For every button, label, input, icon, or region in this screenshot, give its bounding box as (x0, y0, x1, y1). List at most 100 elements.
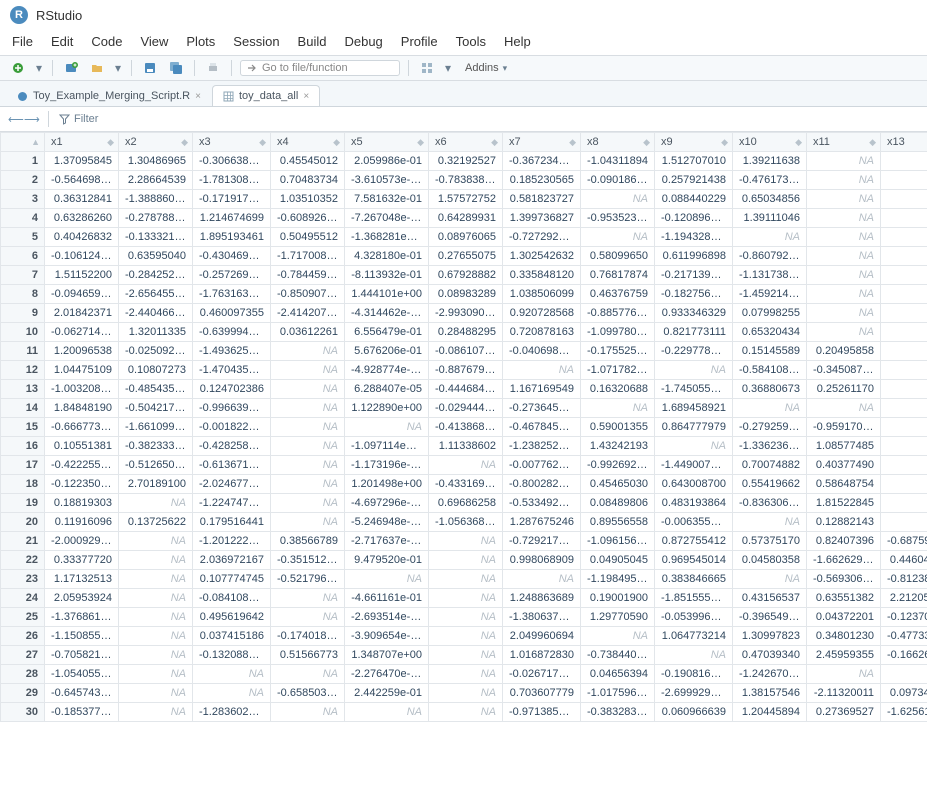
cell[interactable]: NA (733, 399, 807, 418)
cell[interactable]: -0.430469132 (193, 247, 271, 266)
cell[interactable]: NA (881, 437, 927, 456)
cell[interactable]: 0.864777979 (655, 418, 733, 437)
cell[interactable]: NA (807, 665, 881, 684)
table-row[interactable]: 92.01842371-2.440466930.460097355-2.4142… (1, 304, 927, 323)
col-header-x1[interactable]: x1◆ (45, 133, 119, 152)
cell[interactable]: 0.20495858 (807, 342, 881, 361)
menu-file[interactable]: File (12, 34, 33, 49)
cell[interactable]: -1.493625067 (193, 342, 271, 361)
cell[interactable]: 0.10551381 (45, 437, 119, 456)
cell[interactable]: -0.10612452 (45, 247, 119, 266)
nav-back-button[interactable]: ⟵ (8, 113, 22, 126)
cell[interactable]: 1.689458921 (655, 399, 733, 418)
cell[interactable]: NA (429, 589, 503, 608)
cell[interactable]: 0.67928882 (429, 266, 503, 285)
cell[interactable]: -1.37686160 (45, 608, 119, 627)
cell[interactable]: -0.12235017 (45, 475, 119, 494)
cell[interactable]: NA (429, 456, 503, 475)
table-row[interactable]: 111.20096538-0.02509255-1.493625067NA5.6… (1, 342, 927, 361)
cell[interactable]: 1.08577485 (807, 437, 881, 456)
menu-profile[interactable]: Profile (401, 34, 438, 49)
cell[interactable]: 6.556479e-01 (345, 323, 429, 342)
col-header-x13[interactable]: x13◆ (881, 133, 927, 152)
cell[interactable]: NA (581, 627, 655, 646)
cell[interactable]: -0.800282178 (503, 475, 581, 494)
cell[interactable]: 0.46376759 (581, 285, 655, 304)
cell[interactable]: -1.851555663 (655, 589, 733, 608)
cell[interactable]: -0.729217277 (503, 532, 581, 551)
cell[interactable]: 0.64289931 (429, 209, 503, 228)
cell[interactable]: 0.969545014 (655, 551, 733, 570)
cell[interactable]: 0.179516441 (193, 513, 271, 532)
cell[interactable]: 0.33377720 (45, 551, 119, 570)
cell[interactable]: -0.217139846 (655, 266, 733, 285)
data-grid[interactable]: ▲x1◆x2◆x3◆x4◆x5◆x6◆x7◆x8◆x9◆x10◆x11◆x13◆… (0, 132, 927, 722)
addins-menu[interactable]: Addins ▾ (465, 62, 507, 74)
cell[interactable]: 0.69686258 (429, 494, 503, 513)
cell[interactable]: -0.34508798 (807, 361, 881, 380)
cell[interactable]: NA (271, 437, 345, 456)
cell[interactable]: NA (119, 532, 193, 551)
cell[interactable]: 0.59001355 (581, 418, 655, 437)
cell[interactable]: NA (429, 627, 503, 646)
cell[interactable]: -4.697296e-01 (345, 494, 429, 513)
cell[interactable]: 1.122890e+00 (345, 399, 429, 418)
save-button[interactable] (140, 59, 160, 77)
cell[interactable]: 0.03612261 (271, 323, 345, 342)
cell[interactable]: NA (581, 399, 655, 418)
col-header-x10[interactable]: x10◆ (733, 133, 807, 152)
goto-file-input[interactable]: Go to file/function (240, 60, 400, 76)
cell[interactable]: -1.33623665 (733, 437, 807, 456)
menu-debug[interactable]: Debug (344, 34, 382, 49)
cell[interactable]: 0.088440229 (655, 190, 733, 209)
cell[interactable]: 1.39111046 (733, 209, 807, 228)
nav-forward-button[interactable]: ⟶ (24, 113, 38, 126)
cell[interactable]: 0.495619642 (193, 608, 271, 627)
table-row[interactable]: 6-0.106124520.63595040-0.430469132-1.717… (1, 247, 927, 266)
cell[interactable]: -0.50421713 (119, 399, 193, 418)
cell[interactable]: 0.998068909 (503, 551, 581, 570)
cell[interactable]: NA (881, 323, 927, 342)
cell[interactable]: NA (271, 703, 345, 722)
cell[interactable]: 1.064773214 (655, 627, 733, 646)
cell[interactable]: 0.04656394 (581, 665, 655, 684)
col-header-x3[interactable]: x3◆ (193, 133, 271, 152)
cell[interactable]: -0.971385229 (503, 703, 581, 722)
menu-build[interactable]: Build (298, 34, 327, 49)
table-row[interactable]: 30.36312841-1.38886070-0.1719173561.0351… (1, 190, 927, 209)
cell[interactable]: -0.44468400 (429, 380, 503, 399)
table-row[interactable]: 26-1.15085557NA0.037415186-0.17401823-3.… (1, 627, 927, 646)
col-header-x9[interactable]: x9◆ (655, 133, 733, 152)
cell[interactable]: 0.65320434 (733, 323, 807, 342)
cell[interactable]: NA (119, 570, 193, 589)
cell[interactable]: 0.65034856 (733, 190, 807, 209)
cell[interactable]: -0.18537797 (45, 703, 119, 722)
cell[interactable]: 0.04372201 (807, 608, 881, 627)
cell[interactable]: 0.58648754 (807, 475, 881, 494)
table-row[interactable]: 200.119160960.137256220.179516441NA-5.24… (1, 513, 927, 532)
cell[interactable]: NA (807, 171, 881, 190)
cell[interactable]: -1.194328895 (655, 228, 733, 247)
cell[interactable]: 0.57375170 (733, 532, 807, 551)
cell[interactable]: 1.38157546 (733, 684, 807, 703)
cell[interactable]: 1.17132513 (45, 570, 119, 589)
cell[interactable]: 1.51152200 (45, 266, 119, 285)
table-row[interactable]: 29-0.64574372NANA-0.658503432.442259e-01… (1, 684, 927, 703)
cell[interactable]: NA (881, 190, 927, 209)
cell[interactable]: -0.66677341 (45, 418, 119, 437)
table-row[interactable]: 30-0.18537797NA-1.283602204NANANA-0.9713… (1, 703, 927, 722)
table-row[interactable]: 25-1.37686160NA0.495619642NA-2.693514e-0… (1, 608, 927, 627)
table-row[interactable]: 15-0.66677341-1.66109908-0.001822614NANA… (1, 418, 927, 437)
save-all-button[interactable] (166, 59, 186, 77)
tab-toy-example-merging-script-r[interactable]: Toy_Example_Merging_Script.R× (6, 85, 212, 106)
cell[interactable]: 0.08489806 (581, 494, 655, 513)
cell[interactable]: -0.367234643 (503, 152, 581, 171)
table-row[interactable]: 10-0.062714101.32011335-0.6399948760.036… (1, 323, 927, 342)
cell[interactable]: NA (429, 570, 503, 589)
cell[interactable]: -1.173196e-01 (345, 456, 429, 475)
cell[interactable]: 0.933346329 (655, 304, 733, 323)
open-file-button[interactable] (87, 59, 107, 77)
table-row[interactable]: 50.40426832-0.133321341.8951934610.50495… (1, 228, 927, 247)
cell[interactable]: 2.036972167 (193, 551, 271, 570)
cell[interactable]: NA (429, 703, 503, 722)
